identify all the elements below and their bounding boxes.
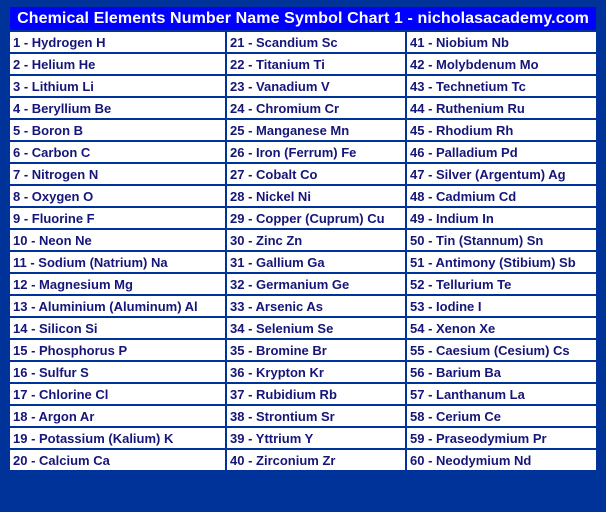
element-cell: 24 - Chromium Cr (225, 96, 407, 120)
table-row: 13 - Aluminium (Aluminum) Al 33 - Arsenic… (10, 294, 596, 318)
element-cell: 16 - Sulfur S (10, 360, 227, 384)
element-cell: 17 - Chlorine Cl (10, 382, 227, 406)
element-cell: 60 - Neodymium Nd (405, 448, 596, 472)
element-cell: 15 - Phosphorus P (10, 338, 227, 362)
element-cell: 56 - Barium Ba (405, 360, 596, 384)
table-row: 9 - Fluorine F 29 - Copper (Cuprum) Cu 49 … (10, 206, 596, 230)
element-cell: 40 - Zirconium Zr (225, 448, 407, 472)
table-row: 10 - Neon Ne 30 - Zinc Zn 50 - Tin (Stannu… (10, 228, 596, 252)
element-cell: 11 - Sodium (Natrium) Na (10, 250, 227, 274)
element-cell: 25 - Manganese Mn (225, 118, 407, 142)
element-cell: 9 - Fluorine F (10, 206, 227, 230)
element-cell: 39 - Yttrium Y (225, 426, 407, 450)
table-row: 6 - Carbon C 26 - Iron (Ferrum) Fe 46 - Pa… (10, 140, 596, 164)
element-cell: 54 - Xenon Xe (405, 316, 596, 340)
element-cell: 2 - Helium He (10, 52, 227, 76)
element-cell: 51 - Antimony (Stibium) Sb (405, 250, 596, 274)
element-cell: 36 - Krypton Kr (225, 360, 407, 384)
element-cell: 53 - Iodine I (405, 294, 596, 318)
element-cell: 7 - Nitrogen N (10, 162, 227, 186)
element-cell: 5 - Boron B (10, 118, 227, 142)
elements-chart: Chemical Elements Number Name Symbol Cha… (10, 7, 596, 472)
element-cell: 58 - Cerium Ce (405, 404, 596, 428)
element-cell: 37 - Rubidium Rb (225, 382, 407, 406)
element-cell: 32 - Germanium Ge (225, 272, 407, 296)
element-cell: 44 - Ruthenium Ru (405, 96, 596, 120)
element-cell: 42 - Molybdenum Mo (405, 52, 596, 76)
element-cell: 23 - Vanadium V (225, 74, 407, 98)
element-cell: 57 - Lanthanum La (405, 382, 596, 406)
chart-title: Chemical Elements Number Name Symbol Cha… (10, 7, 596, 30)
table-row: 7 - Nitrogen N 27 - Cobalt Co 47 - Silver … (10, 162, 596, 186)
table-row: 15 - Phosphorus P 35 - Bromine Br 55 - Cae… (10, 338, 596, 362)
table-row: 2 - Helium He 22 - Titanium Ti 42 - Molybd… (10, 52, 596, 76)
element-cell: 18 - Argon Ar (10, 404, 227, 428)
table-row: 18 - Argon Ar 38 - Strontium Sr 58 - Ceriu… (10, 404, 596, 428)
elements-table-body: 1 - Hydrogen H 21 - Scandium Sc 41 - Niobi… (10, 30, 596, 472)
element-cell: 43 - Technetium Tc (405, 74, 596, 98)
element-cell: 28 - Nickel Ni (225, 184, 407, 208)
element-cell: 38 - Strontium Sr (225, 404, 407, 428)
element-cell: 33 - Arsenic As (225, 294, 407, 318)
element-cell: 10 - Neon Ne (10, 228, 227, 252)
element-cell: 3 - Lithium Li (10, 74, 227, 98)
element-cell: 1 - Hydrogen H (10, 30, 227, 54)
table-row: 1 - Hydrogen H 21 - Scandium Sc 41 - Niobi… (10, 30, 596, 54)
element-cell: 47 - Silver (Argentum) Ag (405, 162, 596, 186)
element-cell: 34 - Selenium Se (225, 316, 407, 340)
element-cell: 20 - Calcium Ca (10, 448, 227, 472)
element-cell: 29 - Copper (Cuprum) Cu (225, 206, 407, 230)
table-row: 5 - Boron B 25 - Manganese Mn 45 - Rhodium… (10, 118, 596, 142)
table-row: 3 - Lithium Li 23 - Vanadium V 43 - Techne… (10, 74, 596, 98)
table-row: 8 - Oxygen O 28 - Nickel Ni 48 - Cadmium C… (10, 184, 596, 208)
element-cell: 31 - Gallium Ga (225, 250, 407, 274)
table-row: 14 - Silicon Si 34 - Selenium Se 54 - Xeno… (10, 316, 596, 340)
table-row: 17 - Chlorine Cl 37 - Rubidium Rb 57 - Lan… (10, 382, 596, 406)
element-cell: 59 - Praseodymium Pr (405, 426, 596, 450)
element-cell: 27 - Cobalt Co (225, 162, 407, 186)
element-cell: 8 - Oxygen O (10, 184, 227, 208)
element-cell: 22 - Titanium Ti (225, 52, 407, 76)
element-cell: 21 - Scandium Sc (225, 30, 407, 54)
element-cell: 50 - Tin (Stannum) Sn (405, 228, 596, 252)
element-cell: 26 - Iron (Ferrum) Fe (225, 140, 407, 164)
element-cell: 13 - Aluminium (Aluminum) Al (10, 294, 227, 318)
element-cell: 30 - Zinc Zn (225, 228, 407, 252)
table-row: 4 - Beryllium Be 24 - Chromium Cr 44 - Rut… (10, 96, 596, 120)
table-row: 16 - Sulfur S 36 - Krypton Kr 56 - Barium … (10, 360, 596, 384)
element-cell: 19 - Potassium (Kalium) K (10, 426, 227, 450)
table-row: 11 - Sodium (Natrium) Na 31 - Gallium Ga 5… (10, 250, 596, 274)
table-row: 20 - Calcium Ca 40 - Zirconium Zr 60 - Neo… (10, 448, 596, 472)
element-cell: 41 - Niobium Nb (405, 30, 596, 54)
element-cell: 45 - Rhodium Rh (405, 118, 596, 142)
element-cell: 6 - Carbon C (10, 140, 227, 164)
table-row: 12 - Magnesium Mg 32 - Germanium Ge 52 - T… (10, 272, 596, 296)
element-cell: 12 - Magnesium Mg (10, 272, 227, 296)
element-cell: 52 - Tellurium Te (405, 272, 596, 296)
element-cell: 46 - Palladium Pd (405, 140, 596, 164)
element-cell: 35 - Bromine Br (225, 338, 407, 362)
element-cell: 48 - Cadmium Cd (405, 184, 596, 208)
table-row: 19 - Potassium (Kalium) K 39 - Yttrium Y5… (10, 426, 596, 450)
element-cell: 49 - Indium In (405, 206, 596, 230)
elements-table: 1 - Hydrogen H 21 - Scandium Sc 41 - Niobi… (10, 30, 596, 472)
element-cell: 4 - Beryllium Be (10, 96, 227, 120)
element-cell: 55 - Caesium (Cesium) Cs (405, 338, 596, 362)
element-cell: 14 - Silicon Si (10, 316, 227, 340)
